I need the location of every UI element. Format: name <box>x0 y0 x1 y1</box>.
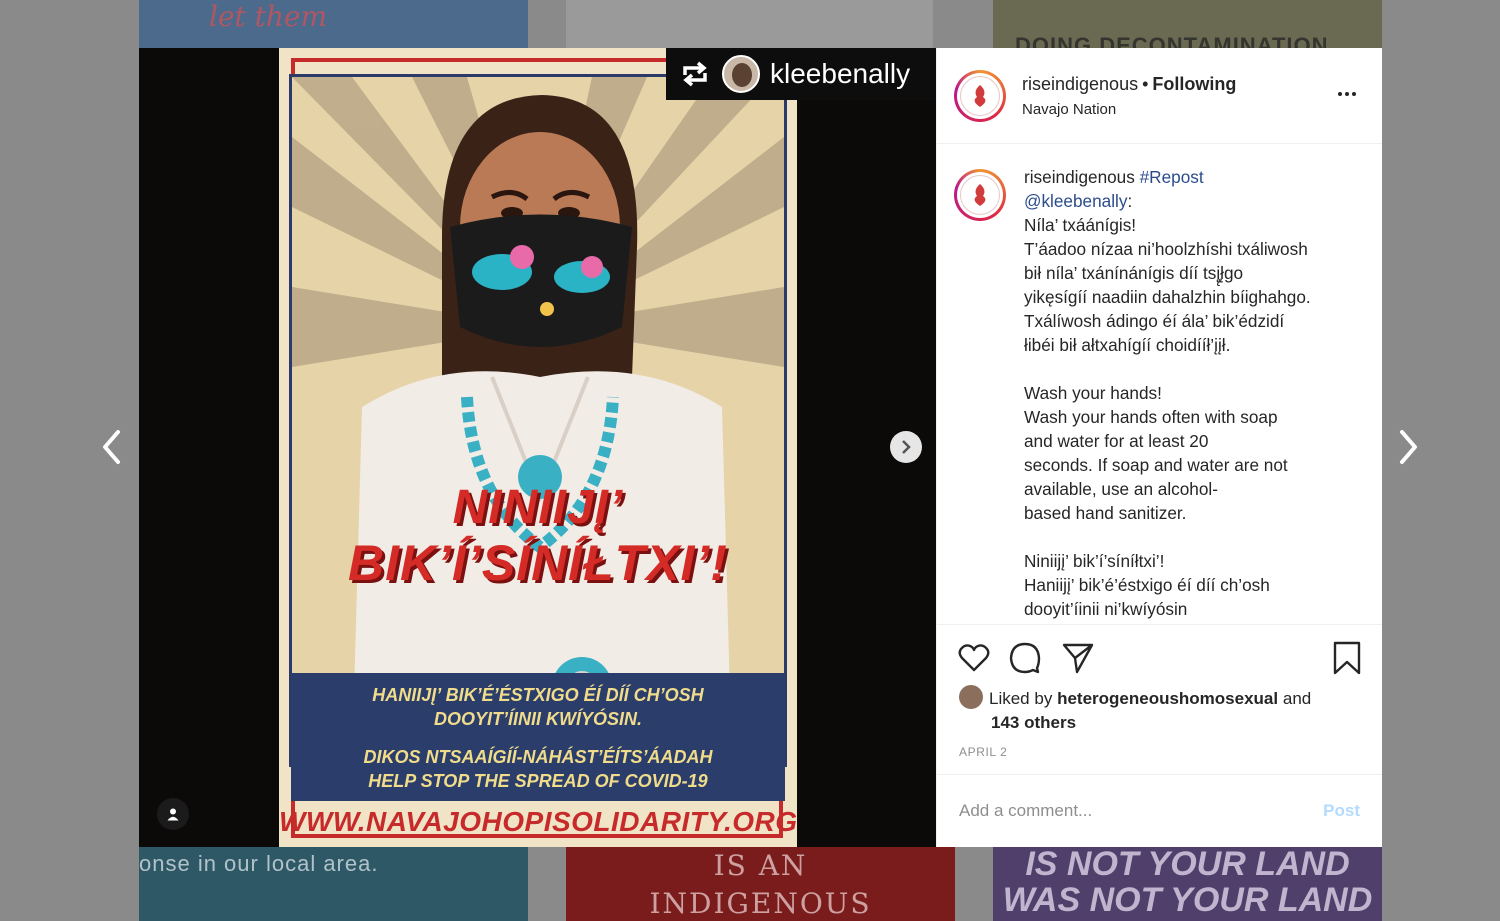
save-bookmark-icon[interactable] <box>1330 641 1364 675</box>
likes-summary: Liked by heterogeneoushomosexual and 143… <box>959 685 1372 735</box>
caption-line: seconds. If soap and water are not <box>1024 455 1288 475</box>
background-tile-text: IS NOT YOUR LAND <box>1025 847 1350 883</box>
caption-line: yikęsígíí naadiin dahalzhin bíighahgo. <box>1024 287 1311 307</box>
poster-image: NINIIJĮ’ BIK’Í’SÍNÍŁTXI’! HANIIJĮ’ BIK’É… <box>279 48 797 847</box>
background-tile-text: WAS NOT YOUR LAND <box>1002 881 1373 919</box>
previous-post-button[interactable] <box>92 425 132 469</box>
rise-indigenous-logo-icon <box>960 75 1000 116</box>
background-tile-text: let them <box>209 0 328 33</box>
poster-sunburst <box>292 77 784 764</box>
background-post-tile: onse in our local area. <box>139 847 528 921</box>
background-tile-text: IS AN <box>713 849 808 882</box>
username-link[interactable]: riseindigenous <box>1022 74 1138 94</box>
mention-link[interactable]: @kleebenally <box>1024 191 1127 211</box>
repost-icon <box>683 61 707 87</box>
like-heart-icon[interactable] <box>957 641 991 675</box>
comment-icon[interactable] <box>1008 641 1042 675</box>
caption-line: łibéi bił ałtxahígíí choidííł’įįł. <box>1024 335 1231 355</box>
media-next-button[interactable] <box>890 431 922 463</box>
background-tile-text: DOING DECONTAMINATION <box>1015 33 1329 48</box>
location-link[interactable]: Navajo Nation <box>1022 101 1236 118</box>
background-post-tile <box>566 0 933 48</box>
background-post-tile: DOING DECONTAMINATION <box>993 0 1382 48</box>
poster-panel-line: HELP STOP THE SPREAD OF COVID-19 <box>368 771 708 791</box>
caption-line: based hand sanitizer. <box>1024 503 1187 523</box>
caption-line: Níla’ txáánígis! <box>1024 215 1137 235</box>
caption-line: available, use an alcohol- <box>1024 479 1218 499</box>
chevron-right-icon <box>1400 430 1417 464</box>
caption: riseindigenous #Repost @kleebenally: Níl… <box>937 145 1382 623</box>
repost-username: kleebenally <box>770 58 911 89</box>
caption-line: Wash your hands often with soap <box>1024 407 1278 427</box>
post-details-panel: riseindigenous • Following Navajo Nation r… <box>936 48 1382 847</box>
comment-input[interactable] <box>959 801 1324 821</box>
separator: • <box>1142 73 1149 94</box>
share-icon[interactable] <box>1061 641 1095 675</box>
user-icon <box>167 808 179 821</box>
avatar[interactable] <box>954 169 1006 221</box>
poster-headline-line: NINIIJĮ’ <box>452 481 624 534</box>
caption-text: riseindigenous #Repost @kleebenally: Níl… <box>1024 165 1364 623</box>
comment-composer: Post <box>937 774 1382 847</box>
post-comment-button[interactable]: Post <box>1323 801 1360 821</box>
poster-headline: NINIIJĮ’ BIK’Í’SÍNÍŁTXI’! <box>292 481 784 591</box>
poster-url: WWW.NAVAJOHOPISOLIDARITY.ORG <box>279 806 797 837</box>
background-post-tile: IS NOT YOUR LAND WAS NOT YOUR LAND <box>993 847 1382 921</box>
following-button[interactable]: Following <box>1152 74 1236 94</box>
background-tile-text: INDIGENOUS <box>649 887 872 920</box>
avatar <box>959 685 983 709</box>
caption-line: Niniijį’ bik’í’síníłtxi’! <box>1024 551 1165 571</box>
caption-username-link[interactable]: riseindigenous <box>1024 167 1135 187</box>
likes-joiner: and <box>1282 689 1312 708</box>
rise-indigenous-logo-icon <box>960 175 1000 215</box>
caption-line: T’áadoo nízaa ni’hoolzhíshi txáliwosh <box>1024 239 1308 259</box>
next-post-button[interactable] <box>1388 425 1428 469</box>
post-actions: Liked by heterogeneoushomosexual and 143… <box>937 624 1382 774</box>
hashtag-link[interactable]: #Repost <box>1140 167 1204 187</box>
caption-punctuation: : <box>1127 191 1133 211</box>
chevron-right-icon <box>902 440 911 454</box>
caption-line: Txálíwosh ádingo éí ála’ bik’édzidí <box>1024 311 1285 331</box>
post-header: riseindigenous • Following Navajo Nation <box>937 48 1382 144</box>
poster-panel-line: HANIIJĮ’ BIK’É’ÉSTXIGO ÉÍ DÍÍ CH’OSH <box>372 685 704 705</box>
more-icon <box>1338 92 1356 96</box>
avatar[interactable] <box>954 69 1006 122</box>
chevron-left-icon <box>103 430 120 464</box>
likes-prefix: Liked by <box>989 689 1053 708</box>
poster-panel-line: DOOYIT’ÍINII KWÍYÓSIN. <box>433 709 642 729</box>
poster-artwork: NINIIJĮ’ BIK’Í’SÍNÍŁTXI’! <box>289 74 787 767</box>
more-options-button[interactable] <box>1332 84 1362 104</box>
background-post-tile: IS AN INDIGENOUS <box>566 847 955 921</box>
background-post-tile: let them <box>139 0 528 48</box>
liker-username-link[interactable]: heterogeneoushomosexual <box>1057 689 1278 708</box>
post-media[interactable]: NINIIJĮ’ BIK’Í’SÍNÍŁTXI’! HANIIJĮ’ BIK’É… <box>139 48 936 847</box>
tagged-users-button[interactable] <box>157 798 189 830</box>
post-timestamp[interactable]: APRIL 2 <box>959 745 1007 759</box>
avatar <box>722 55 760 93</box>
repost-badge: kleebenally <box>666 48 936 100</box>
poster-panel-line: DIKOS NTSAAÍGÍÍ-NÁHÁST’ÉÍTS’ÁADAH <box>363 747 713 767</box>
caption-line: bił níla’ txánínánígis díí tsį̨̨ł̨go <box>1024 263 1244 283</box>
poster-headline-line: BIK’Í’SÍNÍŁTXI’! <box>348 534 728 591</box>
post-modal: NINIIJĮ’ BIK’Í’SÍNÍŁTXI’! HANIIJĮ’ BIK’É… <box>139 48 1382 847</box>
caption-line: Wash your hands! <box>1024 383 1162 403</box>
caption-line: and water for at least 20 <box>1024 431 1209 451</box>
background-tile-text: onse in our local area. <box>139 851 379 876</box>
poster-text-panel: HANIIJĮ’ BIK’É’ÉSTXIGO ÉÍ DÍÍ CH’OSH DOO… <box>291 673 785 801</box>
caption-line: Haniijį’ bik’é’éstxigo éí díí ch’osh <box>1024 575 1270 595</box>
caption-line: dooyit’íinii ni’kwíyósin <box>1024 599 1188 619</box>
likes-count-link[interactable]: 143 others <box>991 711 1372 735</box>
